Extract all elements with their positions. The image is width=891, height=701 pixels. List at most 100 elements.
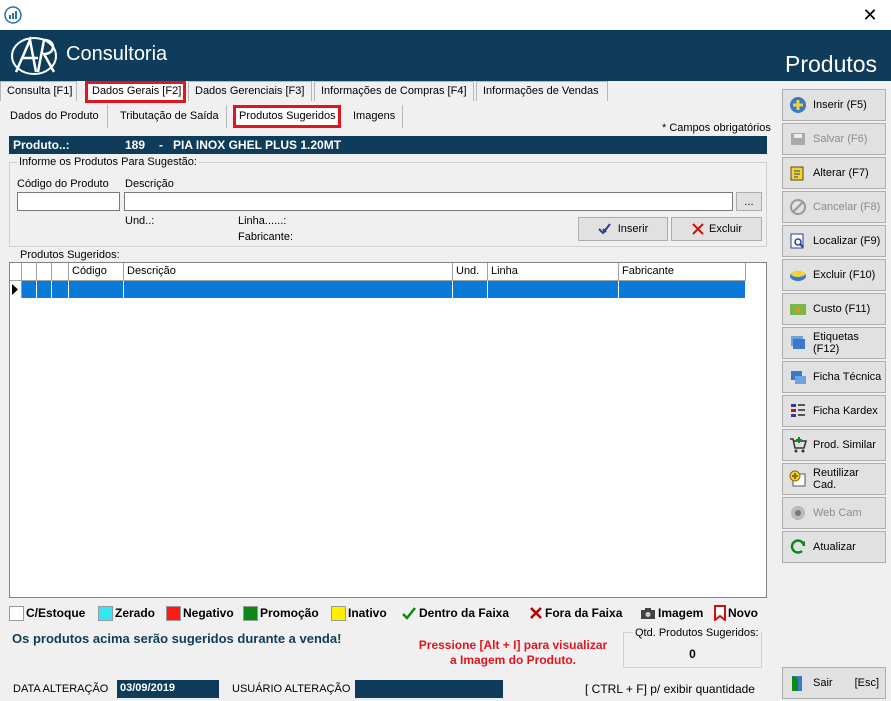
- table-row-cell[interactable]: [124, 281, 453, 298]
- legend-item: Fora da Faixa: [529, 604, 622, 622]
- kardex-button[interactable]: Ficha Kardex: [782, 395, 886, 427]
- similar-product-button[interactable]: Prod. Similar: [782, 429, 886, 461]
- grid-header-descricao[interactable]: Descrição: [124, 263, 453, 281]
- grid-header-und[interactable]: Und.: [453, 263, 488, 281]
- code-input[interactable]: [17, 192, 120, 211]
- grid-header-flag1: [22, 263, 37, 281]
- cost-button[interactable]: Custo (F11): [782, 293, 886, 325]
- delete-icon: [790, 271, 806, 281]
- edit-icon: [790, 166, 804, 181]
- page-heading: Produtos: [785, 51, 878, 77]
- legend-label: Novo: [728, 606, 758, 620]
- edit-button-label: Alterar (F7): [813, 167, 869, 179]
- plus-icon: [790, 97, 806, 113]
- camera-icon: [641, 608, 655, 619]
- tech-sheet-button-label: Ficha Técnica: [813, 371, 882, 383]
- tab-consulta[interactable]: Consulta [F1]: [0, 81, 77, 101]
- kardex-button-label: Ficha Kardex: [813, 405, 878, 417]
- table-row-cell[interactable]: [453, 281, 488, 298]
- legend-item: Novo: [714, 604, 758, 622]
- product-name: PIA INOX GHEL PLUS 1.20MT: [173, 138, 342, 152]
- grid-header-codigo[interactable]: Código: [69, 263, 124, 281]
- similar-product-button-label: Prod. Similar: [813, 439, 876, 451]
- legend-item: Inativo: [331, 604, 387, 622]
- cancel-button[interactable]: Cancelar (F8): [782, 191, 886, 223]
- insert-button[interactable]: Inserir (F5): [782, 89, 886, 121]
- grid-header-flag2: [37, 263, 52, 281]
- table-row-cell[interactable]: [69, 281, 124, 298]
- insert-button-label: Inserir (F5): [813, 99, 867, 111]
- product-code: 189: [125, 138, 146, 152]
- search-button[interactable]: Localizar (F9): [782, 225, 886, 257]
- tab-informacoes-vendas[interactable]: Informações de Vendas: [476, 81, 608, 101]
- delete-suggested-button[interactable]: Excluir: [671, 217, 762, 241]
- tab-tributacao-saida[interactable]: Tributação de Saída: [114, 105, 227, 128]
- suggested-products-grid[interactable]: Código Descrição Und. Linha Fabricante: [9, 262, 767, 598]
- row-pointer-icon: [10, 281, 22, 298]
- table-row-cell[interactable]: [37, 281, 52, 298]
- webcam-button[interactable]: Web Cam: [782, 497, 886, 529]
- legend-item: Zerado: [98, 604, 155, 622]
- check-icon: [402, 607, 416, 620]
- tab-produtos-sugeridos[interactable]: Produtos Sugeridos: [233, 105, 341, 128]
- grid-header-linha[interactable]: Linha: [488, 263, 619, 281]
- grid-header-fabricante[interactable]: Fabricante: [619, 263, 746, 281]
- required-note: * Campos obrigatórios: [662, 122, 771, 134]
- app-header: Consultoria Produtos: [0, 30, 891, 81]
- edit-button[interactable]: Alterar (F7): [782, 157, 886, 189]
- insert-suggested-label: Inserir: [617, 223, 649, 235]
- image-hint-line2: a Imagem do Produto.: [449, 653, 576, 667]
- close-window-button[interactable]: ✕: [858, 4, 882, 26]
- tab-dados-gerais[interactable]: Dados Gerais [F2]: [85, 81, 186, 103]
- user-value: [355, 680, 503, 698]
- save-icon: [791, 133, 805, 145]
- tech-sheet-button[interactable]: Ficha Técnica: [782, 361, 886, 393]
- suggest-group-title: Informe os Produtos Para Sugestão:: [17, 156, 199, 168]
- check-double-icon: [598, 223, 611, 235]
- legend-item: Promoção: [243, 604, 319, 622]
- exit-door-icon: [792, 676, 802, 691]
- browse-button[interactable]: ...: [736, 192, 762, 211]
- legend-swatch-red: [166, 605, 181, 621]
- app-chart-icon: [4, 6, 22, 24]
- date-value: 03/09/2019: [117, 680, 219, 698]
- refresh-button-label: Atualizar: [813, 541, 856, 553]
- delete-button[interactable]: Excluir (F10): [782, 259, 886, 291]
- cross-icon: [530, 607, 542, 619]
- legend-label: Inativo: [348, 606, 387, 620]
- tab-informacoes-compras[interactable]: Informações de Compras [F4]: [314, 81, 474, 101]
- sheet-icon: [791, 371, 806, 384]
- legend-swatch-green: [243, 605, 258, 621]
- save-button[interactable]: Salvar (F6): [782, 123, 886, 155]
- money-icon: [790, 304, 806, 315]
- table-row-cell[interactable]: [619, 281, 746, 298]
- tab-imagens[interactable]: Imagens: [347, 105, 403, 128]
- save-button-label: Salvar (F6): [813, 133, 868, 145]
- table-row-cell[interactable]: [52, 281, 69, 298]
- code-label: Código do Produto: [17, 178, 109, 190]
- product-label: Produto..:: [13, 138, 70, 152]
- cancel-icon: [790, 199, 806, 215]
- red-x-icon: [692, 223, 704, 235]
- description-input[interactable]: [124, 192, 733, 211]
- product-separator: -: [159, 138, 163, 152]
- table-row-cell[interactable]: [488, 281, 619, 298]
- bookmark-icon: [714, 605, 726, 621]
- tab-dados-gerenciais[interactable]: Dados Gerenciais [F3]: [188, 81, 312, 101]
- exit-button[interactable]: Sair [Esc]: [782, 667, 886, 699]
- tab-dados-produto[interactable]: Dados do Produto: [4, 105, 108, 128]
- grid-header-flag3: [52, 263, 69, 281]
- main-tabs: Consulta [F1] Dados Gerais [F2] Dados Ge…: [0, 81, 779, 103]
- grid-title: Produtos Sugeridos:: [20, 249, 120, 261]
- labels-button[interactable]: Etiquetas (F12): [782, 327, 886, 359]
- table-row-cell[interactable]: [22, 281, 37, 298]
- legend-item: Negativo: [166, 604, 234, 622]
- reuse-button[interactable]: Reutilizar Cad.: [782, 463, 886, 495]
- logo-text: Consultoria: [66, 43, 168, 65]
- insert-suggested-button[interactable]: Inserir: [578, 217, 668, 241]
- labels-button-label: Etiquetas (F12): [813, 331, 859, 355]
- refresh-button[interactable]: Atualizar: [782, 531, 886, 563]
- qty-label: Qtd. Produtos Sugeridos:: [633, 627, 761, 639]
- legend-swatch-white: [9, 605, 24, 621]
- cost-button-label: Custo (F11): [813, 303, 871, 315]
